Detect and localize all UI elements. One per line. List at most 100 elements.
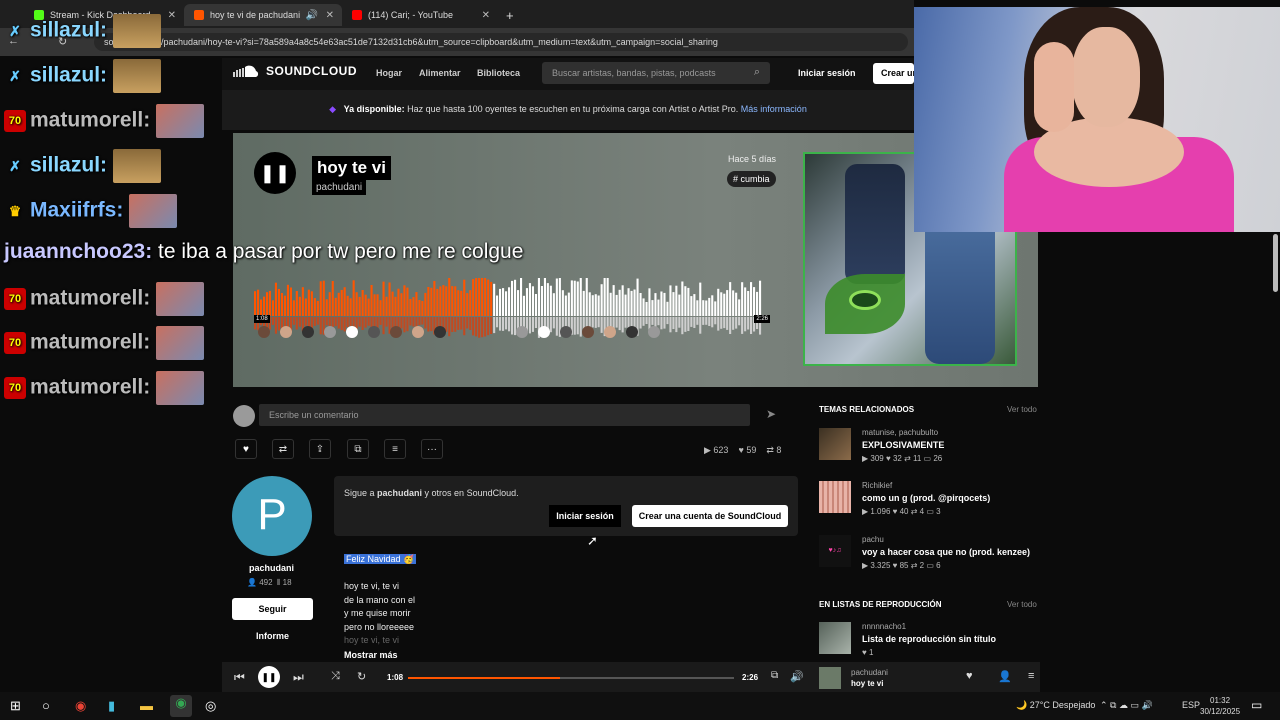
follow-button[interactable]: Seguir bbox=[232, 598, 313, 620]
track-title[interactable]: EXPLOSIVAMENTE bbox=[862, 440, 944, 450]
comment-avatar[interactable] bbox=[626, 326, 638, 338]
comment-avatar[interactable] bbox=[346, 326, 358, 338]
shuffle-icon[interactable]: ⤨ bbox=[331, 670, 340, 683]
player-artist[interactable]: pachudani bbox=[851, 668, 888, 677]
folder-icon[interactable]: ▬ bbox=[140, 698, 153, 713]
scrollbar[interactable] bbox=[1272, 232, 1280, 692]
comment-avatar[interactable] bbox=[390, 326, 402, 338]
playlist-owner[interactable]: nnnnnacho1 bbox=[862, 622, 906, 631]
comment-avatar[interactable] bbox=[560, 326, 572, 338]
comment-avatar[interactable] bbox=[516, 326, 528, 338]
waveform-bar bbox=[744, 287, 747, 316]
more-button[interactable]: ··· bbox=[421, 439, 443, 459]
queue-icon[interactable]: ≡ bbox=[1028, 670, 1034, 682]
add-to-playlist-button[interactable]: ≡ bbox=[384, 439, 406, 459]
prompt-signin-button[interactable]: Iniciar sesión bbox=[549, 505, 621, 527]
waveform-bar bbox=[687, 287, 690, 316]
comment-avatar[interactable] bbox=[582, 326, 594, 338]
player-pause-button[interactable]: ❚❚ bbox=[258, 666, 280, 688]
waveform-bar bbox=[394, 296, 397, 316]
genre-tag[interactable]: # cumbia bbox=[727, 171, 776, 187]
artist-avatar[interactable]: P bbox=[232, 476, 312, 556]
comment-avatar[interactable] bbox=[648, 326, 660, 338]
comment-avatar[interactable] bbox=[412, 326, 424, 338]
search-taskbar-icon[interactable]: ○ bbox=[42, 698, 50, 713]
related-see-all[interactable]: Ver todo bbox=[1007, 405, 1037, 414]
previous-icon[interactable]: ⏮ bbox=[234, 670, 245, 685]
waveform-reflection bbox=[690, 317, 693, 327]
prompt-create-account-button[interactable]: Crear una cuenta de SoundCloud bbox=[632, 505, 788, 527]
obs-icon[interactable]: ◎ bbox=[205, 698, 216, 714]
comment-avatar[interactable] bbox=[604, 326, 616, 338]
like-button[interactable]: ♥ bbox=[235, 439, 257, 459]
pause-button[interactable]: ❚❚ bbox=[254, 152, 296, 194]
scrollbar-thumb[interactable] bbox=[1273, 234, 1278, 292]
comment-input[interactable]: Escribe un comentario bbox=[259, 404, 750, 426]
tab-soundcloud[interactable]: hoy te vi de pachudani 🔊 ✕ bbox=[184, 4, 342, 26]
repost-button[interactable]: ⇄ bbox=[272, 439, 294, 459]
tray-icons[interactable]: ⌃ ⧉ ☁ ▭ 🔊 bbox=[1100, 700, 1153, 711]
player-follow-icon[interactable]: 👤 bbox=[998, 670, 1012, 683]
waveform-reflection bbox=[514, 317, 517, 336]
close-tab-icon[interactable]: ✕ bbox=[168, 10, 176, 21]
send-icon[interactable]: ➤ bbox=[758, 404, 784, 426]
repeat-icon[interactable]: ↻ bbox=[357, 670, 366, 683]
track-title[interactable]: como un g (prod. @pirqocets) bbox=[862, 493, 990, 503]
search-input[interactable]: Buscar artistas, bandas, pistas, podcast… bbox=[542, 62, 770, 84]
waveform[interactable]: 1:08 2:26 bbox=[254, 274, 770, 344]
comment-avatar[interactable] bbox=[302, 326, 314, 338]
notifications-icon[interactable]: ▭ bbox=[1251, 698, 1262, 712]
create-account-button[interactable]: Crear una cuenta bbox=[873, 63, 914, 84]
track-title[interactable]: voy a hacer cosa que no (prod. kenzee) bbox=[862, 547, 1030, 557]
new-tab-button[interactable]: + bbox=[500, 4, 524, 26]
copy-link-button[interactable]: ⧉ bbox=[347, 439, 369, 459]
weather-widget[interactable]: 🌙 27°C Despejado bbox=[1016, 700, 1095, 711]
chrome-icon[interactable]: ◉ bbox=[75, 698, 86, 714]
signin-link[interactable]: Iniciar sesión bbox=[798, 68, 856, 78]
comment-avatar[interactable] bbox=[434, 326, 446, 338]
soundcloud-logo[interactable]: SOUNDCLOUD bbox=[232, 64, 357, 78]
player-like-icon[interactable]: ♥ bbox=[966, 670, 973, 682]
nav-library[interactable]: Biblioteca bbox=[477, 68, 520, 78]
cast-icon[interactable]: ⧉ bbox=[771, 670, 778, 681]
tab-youtube[interactable]: (114) Cari; - YouTube ✕ bbox=[342, 4, 498, 26]
player-title[interactable]: hoy te vi bbox=[851, 679, 883, 688]
chat-username: matumorell: bbox=[30, 330, 151, 354]
playlists-see-all[interactable]: Ver todo bbox=[1007, 600, 1037, 609]
comment-avatar[interactable] bbox=[280, 326, 292, 338]
show-more-link[interactable]: Mostrar más bbox=[344, 650, 398, 660]
comment-avatar[interactable] bbox=[538, 326, 550, 338]
waveform-bar bbox=[499, 288, 502, 316]
language-indicator[interactable]: ESP bbox=[1182, 700, 1200, 710]
nav-feed[interactable]: Alimentar bbox=[419, 68, 461, 78]
banner-link[interactable]: Más información bbox=[741, 104, 807, 114]
report-link[interactable]: Informe bbox=[256, 631, 289, 641]
artist-name[interactable]: pachudani bbox=[249, 563, 294, 573]
nav-home[interactable]: Hogar bbox=[376, 68, 402, 78]
close-tab-icon[interactable]: ✕ bbox=[482, 10, 490, 21]
track-artist[interactable]: pachudani bbox=[312, 180, 367, 195]
waveform-bars[interactable] bbox=[254, 274, 762, 344]
track-artist[interactable]: Richikief bbox=[862, 481, 892, 490]
chrome-active-icon[interactable]: ◉ bbox=[170, 695, 192, 717]
comment-avatar[interactable] bbox=[368, 326, 380, 338]
comment-avatar[interactable] bbox=[258, 326, 270, 338]
next-icon[interactable]: ⏭ bbox=[293, 670, 304, 685]
comment-avatar[interactable] bbox=[324, 326, 336, 338]
waveform-reflection bbox=[573, 317, 576, 335]
address-bar[interactable]: soundcl…com/pachudani/hoy-te-vi?si=78a58… bbox=[94, 33, 908, 51]
sub-badge-icon: 70 bbox=[4, 377, 26, 399]
share-button[interactable]: ⇪ bbox=[309, 439, 331, 459]
start-icon[interactable]: ⊞ bbox=[10, 698, 21, 714]
search-icon[interactable]: ⌕ bbox=[754, 66, 760, 79]
mute-tab-icon[interactable]: 🔊 bbox=[306, 10, 318, 21]
app-icon[interactable]: ▮ bbox=[108, 698, 115, 714]
playlist-title[interactable]: Lista de reproducción sin título bbox=[862, 634, 996, 644]
volume-icon[interactable]: 🔊 bbox=[790, 670, 804, 683]
track-artist[interactable]: matunise, pachubulto bbox=[862, 428, 938, 437]
waveform-reflection bbox=[708, 317, 711, 326]
clock[interactable]: 01:32 30/12/2025 bbox=[1200, 695, 1240, 717]
close-tab-icon[interactable]: ✕ bbox=[326, 10, 334, 21]
waveform-bar bbox=[376, 294, 379, 316]
track-artist[interactable]: pachu bbox=[862, 535, 884, 544]
